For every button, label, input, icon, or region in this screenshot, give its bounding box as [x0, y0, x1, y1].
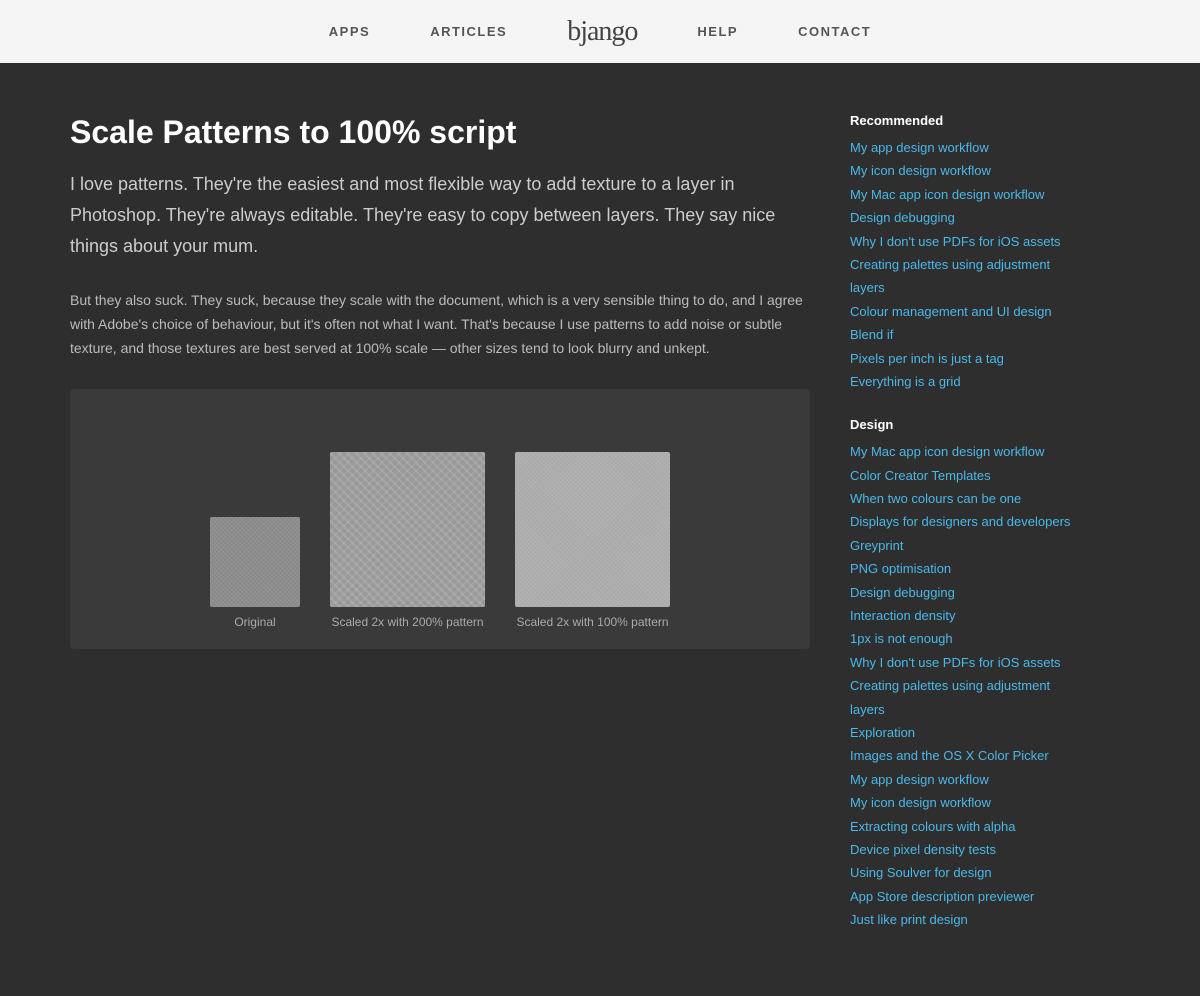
- sidebar-design-link[interactable]: Interaction density: [850, 604, 1080, 627]
- pattern-original: Original: [210, 517, 300, 629]
- main-nav: APPS ARTICLES bjango HELP CONTACT: [329, 16, 871, 48]
- sidebar-design-link[interactable]: My app design workflow: [850, 768, 1080, 791]
- sidebar-design-link[interactable]: Exploration: [850, 721, 1080, 744]
- logo[interactable]: bjango: [567, 16, 637, 48]
- sidebar-design-link[interactable]: Images and the OS X Color Picker: [850, 744, 1080, 767]
- header: APPS ARTICLES bjango HELP CONTACT: [0, 0, 1200, 63]
- sidebar-recommended-section: Recommended My app design workflowMy ico…: [850, 113, 1080, 393]
- sidebar-design-link[interactable]: Extracting colours with alpha: [850, 815, 1080, 838]
- article-content: Scale Patterns to 100% script I love pat…: [70, 113, 810, 956]
- pattern-100: Scaled 2x with 100% pattern: [515, 452, 670, 629]
- sidebar-recommended-heading: Recommended: [850, 113, 1080, 128]
- sidebar-design-link[interactable]: App Store description previewer: [850, 885, 1080, 908]
- pattern-label-200: Scaled 2x with 200% pattern: [331, 615, 483, 629]
- sidebar-design-link[interactable]: Displays for designers and developers: [850, 510, 1080, 533]
- sidebar-design-link[interactable]: Design debugging: [850, 581, 1080, 604]
- nav-apps[interactable]: APPS: [329, 24, 370, 39]
- pattern-label-100: Scaled 2x with 100% pattern: [516, 615, 668, 629]
- sidebar-design-link[interactable]: My icon design workflow: [850, 791, 1080, 814]
- sidebar-recommended-link[interactable]: My app design workflow: [850, 136, 1080, 159]
- intro-paragraph: I love patterns. They're the easiest and…: [70, 169, 810, 261]
- sidebar-recommended-link[interactable]: My Mac app icon design workflow: [850, 183, 1080, 206]
- pattern-label-original: Original: [234, 615, 275, 629]
- sidebar-design-link[interactable]: Greyprint: [850, 534, 1080, 557]
- sidebar-design-link[interactable]: PNG optimisation: [850, 557, 1080, 580]
- nav-help[interactable]: HELP: [697, 24, 738, 39]
- sidebar-design-link[interactable]: Device pixel density tests: [850, 838, 1080, 861]
- pattern-200: Scaled 2x with 200% pattern: [330, 452, 485, 629]
- sidebar-recommended-link[interactable]: Everything is a grid: [850, 370, 1080, 393]
- sidebar-recommended-link[interactable]: Why I don't use PDFs for iOS assets: [850, 230, 1080, 253]
- sidebar-design-link[interactable]: When two colours can be one: [850, 487, 1080, 510]
- image-demo-container: Original Scaled 2x with 200% pattern Sca…: [70, 389, 810, 649]
- sidebar-design-link[interactable]: Creating palettes using adjustment layer…: [850, 674, 1080, 721]
- sidebar-design-link[interactable]: Why I don't use PDFs for iOS assets: [850, 651, 1080, 674]
- pattern-image-medium: [330, 452, 485, 607]
- body-paragraph: But they also suck. They suck, because t…: [70, 289, 810, 360]
- page-title: Scale Patterns to 100% script: [70, 113, 810, 151]
- sidebar-design-link[interactable]: Using Soulver for design: [850, 861, 1080, 884]
- sidebar-design-links: My Mac app icon design workflowColor Cre…: [850, 440, 1080, 931]
- nav-articles[interactable]: ARTICLES: [430, 24, 507, 39]
- nav-contact[interactable]: CONTACT: [798, 24, 871, 39]
- sidebar-design-section: Design My Mac app icon design workflowCo…: [850, 417, 1080, 931]
- sidebar-recommended-link[interactable]: Colour management and UI design: [850, 300, 1080, 323]
- sidebar-design-link[interactable]: 1px is not enough: [850, 627, 1080, 650]
- sidebar-recommended-link[interactable]: My icon design workflow: [850, 159, 1080, 182]
- sidebar-recommended-link[interactable]: Creating palettes using adjustment layer…: [850, 253, 1080, 300]
- sidebar-recommended-link[interactable]: Design debugging: [850, 206, 1080, 229]
- sidebar-recommended-link[interactable]: Blend if: [850, 323, 1080, 346]
- sidebar-design-link[interactable]: My Mac app icon design workflow: [850, 440, 1080, 463]
- sidebar-recommended-link[interactable]: Pixels per inch is just a tag: [850, 347, 1080, 370]
- pattern-image-small: [210, 517, 300, 607]
- sidebar-design-link[interactable]: Just like print design: [850, 908, 1080, 931]
- pattern-image-large: [515, 452, 670, 607]
- sidebar-design-link[interactable]: Color Creator Templates: [850, 464, 1080, 487]
- sidebar-recommended-links: My app design workflowMy icon design wor…: [850, 136, 1080, 393]
- sidebar: Recommended My app design workflowMy ico…: [850, 113, 1080, 956]
- sidebar-design-heading: Design: [850, 417, 1080, 432]
- main-content: Scale Patterns to 100% script I love pat…: [50, 63, 1150, 996]
